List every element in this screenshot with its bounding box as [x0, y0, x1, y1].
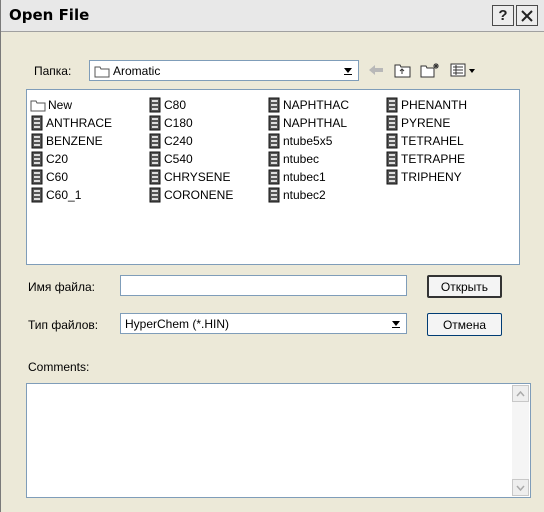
- file-item-label: CORONENE: [164, 187, 234, 202]
- cancel-button[interactable]: Отмена: [427, 313, 502, 336]
- close-icon: [521, 9, 533, 22]
- folder-combo[interactable]: Aromatic: [89, 60, 359, 81]
- file-item[interactable]: PYRENE: [385, 114, 450, 131]
- file-icon: [149, 151, 161, 166]
- file-item[interactable]: C60_1: [30, 186, 81, 203]
- file-icon: [268, 187, 280, 202]
- file-item[interactable]: C60: [30, 168, 68, 185]
- file-icon: [268, 115, 280, 130]
- file-item-label: PYRENE: [401, 115, 451, 130]
- file-item-label: C20: [46, 151, 69, 166]
- filetype-value: HyperChem (*.HIN): [125, 317, 230, 331]
- file-list[interactable]: New ANTHRACE BENZENE C20 C60 C60_1 C80 C180 C240…: [26, 89, 520, 265]
- file-icon: [386, 115, 398, 130]
- back-arrow-icon[interactable]: [366, 60, 386, 80]
- file-item-label: NAPHTHAC: [283, 97, 350, 112]
- open-file-dialog: Open File ? Папка: Aromatic New ANTHRACE B…: [0, 0, 544, 512]
- file-item[interactable]: NAPHTHAL: [267, 114, 347, 131]
- file-icon: [386, 169, 398, 184]
- file-item[interactable]: ntube5x5: [267, 132, 332, 149]
- file-item-label: C240: [164, 133, 193, 148]
- file-item-label: TETRAPHE: [401, 151, 466, 166]
- file-icon: [149, 169, 161, 184]
- file-item-label: C180: [164, 115, 193, 130]
- folder-label: Папка:: [34, 64, 72, 78]
- file-item[interactable]: NAPHTHAC: [267, 96, 349, 113]
- view-menu-icon[interactable]: [449, 60, 477, 80]
- file-item[interactable]: TETRAHEL: [385, 132, 464, 149]
- file-item[interactable]: C540: [148, 150, 193, 167]
- file-item-label: C60_1: [46, 187, 82, 202]
- file-item[interactable]: ANTHRACE: [30, 114, 112, 131]
- file-item[interactable]: CHRYSENE: [148, 168, 230, 185]
- file-icon: [268, 151, 280, 166]
- scroll-up-icon[interactable]: [512, 385, 529, 402]
- file-icon: [149, 97, 161, 112]
- comments-scrollbar[interactable]: [512, 385, 529, 496]
- file-item[interactable]: CORONENE: [148, 186, 233, 203]
- file-icon: [31, 115, 43, 130]
- filename-input[interactable]: [120, 275, 407, 296]
- file-item[interactable]: ntubec1: [267, 168, 326, 185]
- folder-icon: [30, 100, 46, 111]
- file-icon: [149, 187, 161, 202]
- filetype-label: Тип файлов:: [28, 318, 99, 332]
- file-item-label: C60: [46, 169, 69, 184]
- folder-icon: [94, 66, 110, 78]
- file-icon: [386, 133, 398, 148]
- file-item-label: ANTHRACE: [46, 115, 113, 130]
- scroll-down-icon[interactable]: [512, 479, 529, 496]
- file-item[interactable]: C20: [30, 150, 68, 167]
- file-icon: [149, 115, 161, 130]
- file-item-label: CHRYSENE: [164, 169, 231, 184]
- open-button[interactable]: Открыть: [427, 275, 502, 298]
- filetype-combo[interactable]: HyperChem (*.HIN): [120, 313, 407, 334]
- comments-textarea[interactable]: [26, 383, 531, 498]
- file-item-label: ntubec2: [283, 187, 326, 202]
- file-item[interactable]: TRIPHENY: [385, 168, 462, 185]
- file-item-label: C80: [164, 97, 187, 112]
- file-item-label: ntube5x5: [283, 133, 333, 148]
- file-item[interactable]: ntubec: [267, 150, 319, 167]
- new-folder-icon[interactable]: [420, 60, 440, 80]
- file-item-label: PHENANTH: [401, 97, 468, 112]
- file-item[interactable]: BENZENE: [30, 132, 103, 149]
- file-item[interactable]: C240: [148, 132, 193, 149]
- file-item[interactable]: TETRAPHE: [385, 150, 465, 167]
- file-item[interactable]: C80: [148, 96, 186, 113]
- file-item-label: ntubec1: [283, 169, 326, 184]
- file-item-label: ntubec: [283, 151, 320, 166]
- file-item[interactable]: PHENANTH: [385, 96, 467, 113]
- file-item-label: C540: [164, 151, 193, 166]
- file-item-label: New: [48, 97, 73, 112]
- file-icon: [268, 97, 280, 112]
- file-icon: [31, 151, 43, 166]
- title-bar[interactable]: Open File ?: [1, 0, 544, 32]
- file-icon: [149, 133, 161, 148]
- file-item-label: NAPHTHAL: [283, 115, 348, 130]
- file-item-label: TRIPHENY: [401, 169, 462, 184]
- file-item-label: BENZENE: [46, 133, 103, 148]
- chevron-down-icon[interactable]: [340, 63, 356, 78]
- window-title: Open File: [9, 6, 90, 24]
- close-button[interactable]: [516, 5, 538, 26]
- file-icon: [31, 133, 43, 148]
- file-icon: [31, 187, 43, 202]
- filename-label: Имя файла:: [28, 280, 95, 294]
- help-button[interactable]: ?: [492, 5, 514, 26]
- chevron-down-icon[interactable]: [388, 316, 404, 331]
- file-icon: [268, 169, 280, 184]
- file-icon: [31, 169, 43, 184]
- file-icon: [386, 151, 398, 166]
- file-icon: [386, 97, 398, 112]
- up-folder-icon[interactable]: [393, 60, 413, 80]
- comments-label: Comments:: [28, 360, 90, 374]
- file-icon: [268, 133, 280, 148]
- file-item[interactable]: C180: [148, 114, 193, 131]
- file-item[interactable]: ntubec2: [267, 186, 326, 203]
- folder-item[interactable]: New: [30, 96, 72, 113]
- folder-value: Aromatic: [113, 64, 161, 78]
- file-item-label: TETRAHEL: [401, 133, 464, 148]
